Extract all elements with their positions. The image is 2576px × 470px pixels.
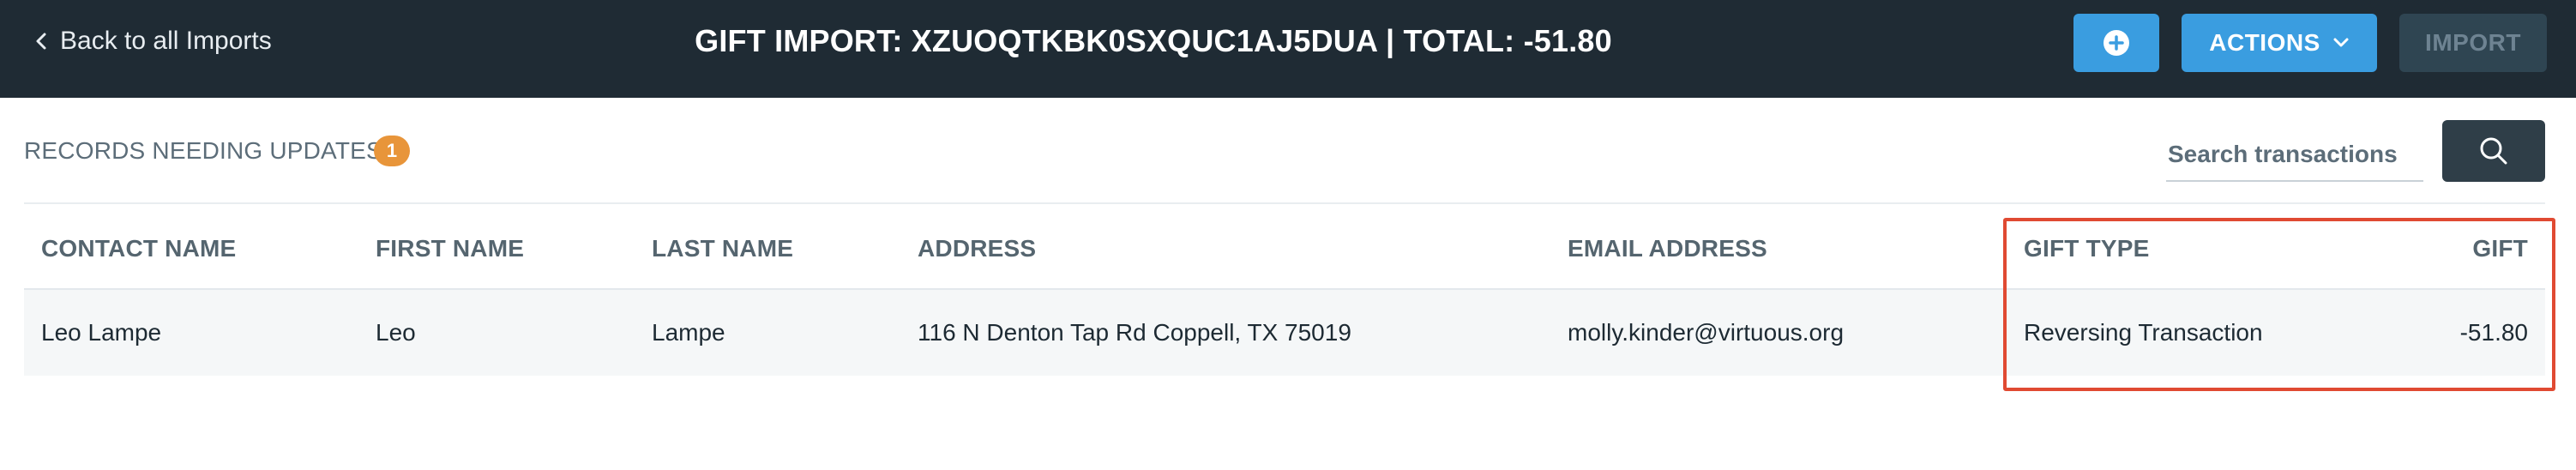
page-title: GIFT IMPORT: XZUOQTKBK0SXQUC1AJ5DUA | TO… (695, 23, 1612, 58)
column-header-gift-type[interactable]: GIFT TYPE (2024, 233, 2149, 264)
records-table: CONTACT NAME FIRST NAME LAST NAME ADDRES… (24, 206, 2545, 376)
column-header-gift[interactable]: GIFT (2472, 233, 2528, 264)
table-header: CONTACT NAME FIRST NAME LAST NAME ADDRES… (24, 206, 2545, 290)
top-bar: Back to all Imports GIFT IMPORT: XZUOQTK… (0, 0, 2576, 98)
column-header-last-name[interactable]: LAST NAME (652, 233, 793, 264)
cell-contact-name: Leo Lampe (41, 319, 162, 346)
table-row[interactable]: Leo Lampe Leo Lampe 116 N Denton Tap Rd … (24, 290, 2545, 376)
column-header-email-address[interactable]: EMAIL ADDRESS (1568, 233, 1767, 264)
import-label: IMPORT (2425, 29, 2521, 56)
section-divider (24, 202, 2545, 204)
records-needing-updates-label: RECORDS NEEDING UPDATES (24, 137, 382, 164)
actions-label: ACTIONS (2209, 29, 2320, 56)
import-button[interactable]: IMPORT (2399, 14, 2547, 72)
plus-circle-icon (2104, 30, 2129, 56)
add-button[interactable] (2073, 14, 2159, 72)
cell-email-address: molly.kinder@virtuous.org (1568, 319, 1845, 346)
actions-dropdown-button[interactable]: ACTIONS (2182, 14, 2377, 72)
cell-first-name: Leo (376, 319, 416, 346)
search-icon (2480, 137, 2507, 165)
cell-gift: -51.80 (2459, 319, 2528, 346)
search-button[interactable] (2442, 120, 2545, 182)
cell-last-name: Lampe (652, 319, 725, 346)
search-transactions-input[interactable] (2166, 129, 2423, 182)
column-header-address[interactable]: ADDRESS (918, 233, 1036, 264)
column-header-contact-name[interactable]: CONTACT NAME (41, 233, 236, 264)
cell-address: 116 N Denton Tap Rd Coppell, TX 75019 (918, 319, 1351, 346)
cell-gift-type: Reversing Transaction (2024, 319, 2263, 346)
column-header-first-name[interactable]: FIRST NAME (376, 233, 524, 264)
records-count-badge: 1 (374, 136, 410, 166)
chevron-down-icon (2333, 38, 2349, 47)
